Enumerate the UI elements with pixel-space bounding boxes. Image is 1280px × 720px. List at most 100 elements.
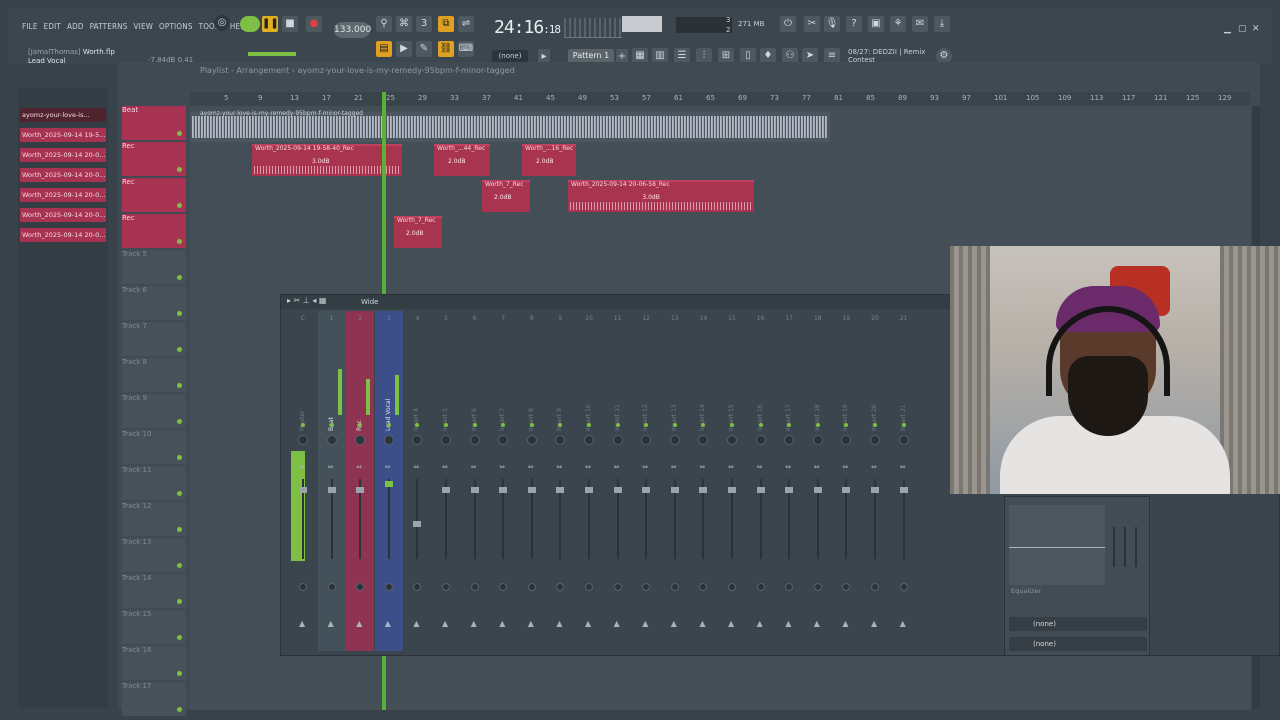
- volume-fader[interactable]: [756, 487, 765, 493]
- pan-knob[interactable]: [812, 435, 823, 445]
- pattern-prev-icon[interactable]: ▸: [538, 49, 550, 63]
- pattern-add-icon[interactable]: +: [616, 49, 628, 63]
- send-knob[interactable]: [356, 583, 365, 591]
- send-knob[interactable]: [642, 583, 651, 591]
- mixer-strip[interactable]: 17 Insert 17 ⇔ ▲: [775, 311, 803, 651]
- browser-item[interactable]: Worth_2025-09-14 19-5...: [20, 128, 106, 142]
- pan-knob[interactable]: [298, 435, 308, 445]
- stereo-separation-icon[interactable]: ⇔: [528, 463, 534, 471]
- send-knob[interactable]: [499, 583, 508, 591]
- browser-item[interactable]: Worth_2025-09-14 20-0...: [20, 188, 106, 202]
- browser-item[interactable]: Worth_2025-09-14 20-0...: [20, 228, 106, 242]
- route-arrow-icon[interactable]: ▲: [699, 619, 705, 628]
- chat-icon[interactable]: ✉: [912, 16, 928, 32]
- send-knob[interactable]: [699, 583, 708, 591]
- pan-knob[interactable]: [555, 435, 566, 445]
- volume-fader[interactable]: [670, 487, 679, 493]
- track-header[interactable]: Track 15: [122, 610, 186, 644]
- audio-clip[interactable]: Worth_2025-09-14 19-58-40_Rec 3.0dB: [252, 144, 402, 176]
- route-arrow-icon[interactable]: ▲: [442, 619, 448, 628]
- mixer-strip[interactable]: 4 Insert 4 ⇔ ▲: [403, 311, 431, 651]
- pan-knob[interactable]: [898, 435, 909, 445]
- route-arrow-icon[interactable]: ▲: [385, 619, 391, 628]
- pan-knob[interactable]: [498, 435, 509, 445]
- beat-audio-clip[interactable]: ayomz-your-love-is-my-remedy-95bpm-f-min…: [190, 110, 830, 142]
- mixer-strip[interactable]: 15 Insert 15 ⇔ ▲: [718, 311, 746, 651]
- stereo-separation-icon[interactable]: ⇔: [871, 463, 877, 471]
- mixer-strip[interactable]: 21 Insert 21 ⇔ ▲: [890, 311, 918, 651]
- strip-enable-led[interactable]: [529, 423, 534, 427]
- mixer-strip[interactable]: 13 Insert 13 ⇔ ▲: [661, 311, 689, 651]
- strip-enable-led[interactable]: [758, 423, 763, 427]
- volume-fader[interactable]: [642, 487, 651, 493]
- route-arrow-icon[interactable]: ▲: [728, 619, 734, 628]
- volume-fader[interactable]: [499, 487, 508, 493]
- send-knob[interactable]: [299, 583, 307, 591]
- song-mode-toggle[interactable]: [240, 16, 260, 32]
- pan-knob[interactable]: [698, 435, 709, 445]
- close-icon[interactable]: ✕: [1252, 24, 1260, 34]
- mixer-tools-icon[interactable]: ▸ ✂ ⊥ ◂ ▦: [287, 296, 326, 305]
- insert-slot-1[interactable]: (none): [1009, 617, 1147, 631]
- send-knob[interactable]: [413, 583, 422, 591]
- stereo-separation-icon[interactable]: ⇔: [900, 463, 906, 471]
- pan-knob[interactable]: [784, 435, 795, 445]
- record-button[interactable]: ●: [306, 16, 322, 32]
- mixer-strip[interactable]: 11 Insert 11 ⇔ ▲: [604, 311, 632, 651]
- browser-header[interactable]: ayomz-your-love-is...: [20, 108, 106, 122]
- master-volume-slider[interactable]: [248, 52, 296, 56]
- volume-fader[interactable]: [413, 521, 422, 527]
- send-knob[interactable]: [728, 583, 736, 591]
- stereo-separation-icon[interactable]: ⇔: [442, 463, 448, 471]
- volume-fader[interactable]: [785, 487, 794, 493]
- menu-file[interactable]: FILE: [22, 22, 38, 31]
- strip-enable-led[interactable]: [615, 423, 620, 427]
- mixer-preset[interactable]: Wide: [361, 298, 378, 306]
- pan-knob[interactable]: [612, 435, 623, 445]
- track-header[interactable]: Track 14: [122, 574, 186, 608]
- mixer-strip[interactable]: 5 Insert 5 ⇔ ▲: [432, 311, 460, 651]
- volume-fader[interactable]: [613, 487, 622, 493]
- playlist-icon[interactable]: ▤: [376, 41, 392, 57]
- mixer-strip[interactable]: 19 Insert 19 ⇔ ▲: [832, 311, 860, 651]
- track-header[interactable]: Track 17: [122, 682, 186, 716]
- microphone-icon[interactable]: 🎙: [824, 16, 840, 32]
- timeline-ruler[interactable]: 5 9 13 17 21 25 29 33 37 41 45 49 53 57 …: [190, 92, 1250, 106]
- route-arrow-icon[interactable]: ▲: [871, 619, 877, 628]
- scissors-icon[interactable]: ✂: [804, 16, 820, 32]
- stereo-separation-icon[interactable]: ⇔: [642, 463, 648, 471]
- route-arrow-icon[interactable]: ▲: [556, 619, 562, 628]
- stereo-separation-icon[interactable]: ⇔: [757, 463, 763, 471]
- volume-fader[interactable]: [527, 487, 536, 493]
- send-knob[interactable]: [871, 583, 879, 591]
- pan-knob[interactable]: [526, 435, 537, 445]
- blend-notes-icon[interactable]: ⇌: [458, 16, 474, 32]
- eq-band-sliders[interactable]: [1109, 527, 1145, 587]
- stop-button[interactable]: ■: [282, 16, 298, 32]
- stereo-separation-icon[interactable]: ⇔: [614, 463, 620, 471]
- mixer-strip[interactable]: 12 Insert 12 ⇔ ▲: [632, 311, 660, 651]
- audio-clip[interactable]: Worth_...44_Rec 2.0dB: [434, 144, 490, 176]
- pan-knob[interactable]: [383, 435, 394, 445]
- mixer-strip[interactable]: 6 Insert 6 ⇔ ▲: [461, 311, 489, 651]
- menu-patterns[interactable]: PATTERNS: [90, 22, 128, 31]
- pan-knob[interactable]: [355, 435, 366, 445]
- strip-enable-led[interactable]: [672, 423, 677, 427]
- pan-knob[interactable]: [326, 435, 337, 445]
- send-knob[interactable]: [527, 583, 536, 591]
- power-icon[interactable]: ⏻: [780, 16, 796, 32]
- send-knob[interactable]: [899, 583, 908, 591]
- stereo-separation-icon[interactable]: ⇔: [499, 463, 505, 471]
- route-arrow-icon[interactable]: ▲: [356, 619, 362, 628]
- menu-add[interactable]: ADD: [67, 22, 84, 31]
- send-knob[interactable]: [785, 583, 794, 591]
- send-knob[interactable]: [613, 583, 622, 591]
- volume-fader[interactable]: [442, 487, 450, 493]
- audio-clip[interactable]: Worth_7_Rec 2.0dB: [482, 180, 530, 212]
- send-knob[interactable]: [384, 583, 393, 591]
- volume-fader[interactable]: [842, 487, 851, 493]
- send-knob[interactable]: [556, 583, 565, 591]
- route-arrow-icon[interactable]: ▲: [814, 619, 820, 628]
- track-header[interactable]: Track 16: [122, 646, 186, 680]
- track-header[interactable]: Track 11: [122, 466, 186, 500]
